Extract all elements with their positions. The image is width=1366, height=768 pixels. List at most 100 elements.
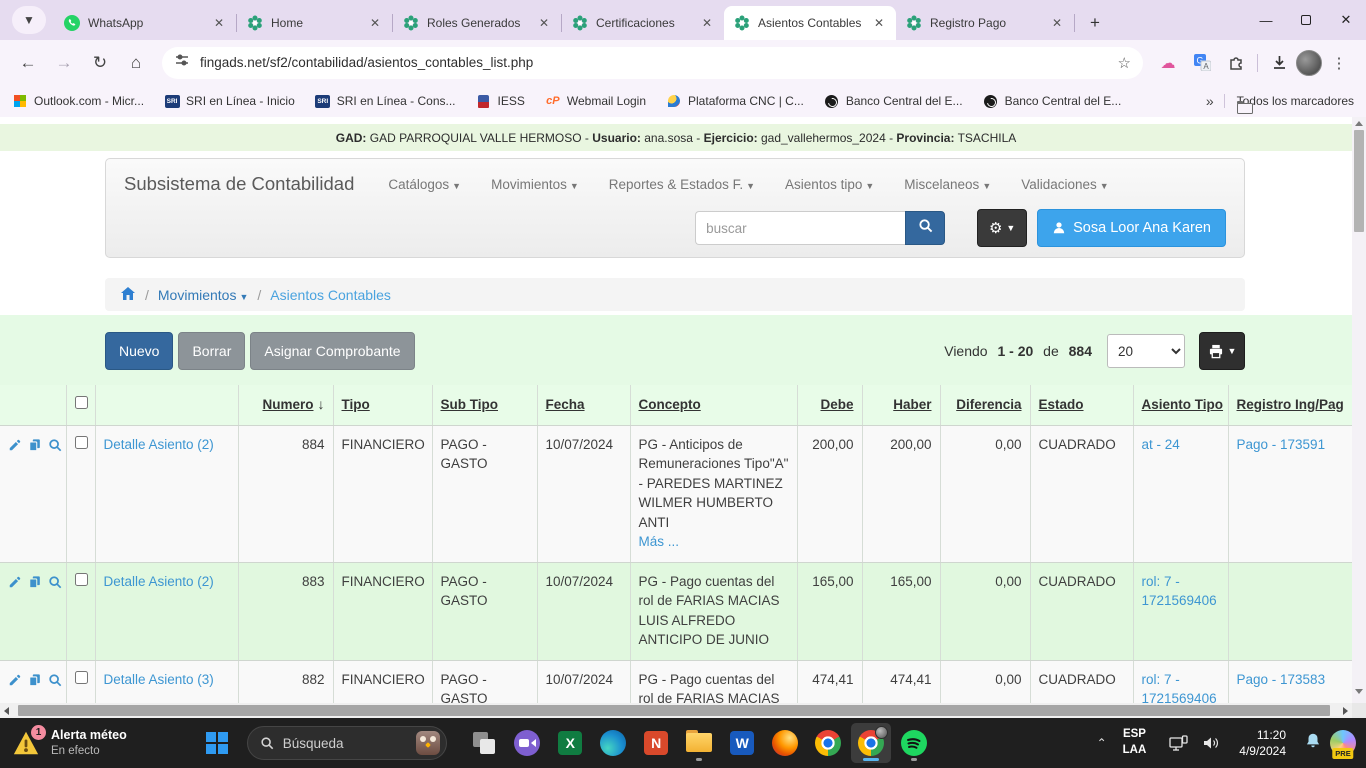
bookmark-bce-1[interactable]: Banco Central del E... <box>824 93 963 109</box>
bookmark-cnc[interactable]: Plataforma CNC | C... <box>666 93 804 109</box>
bookmark-bce-2[interactable]: Banco Central del E... <box>983 93 1122 109</box>
edit-icon[interactable] <box>8 575 22 589</box>
spotify-button[interactable] <box>894 723 934 763</box>
scroll-down-icon[interactable] <box>1355 689 1363 694</box>
clock[interactable]: 11:20 4/9/2024 <box>1239 727 1286 759</box>
weather-extension-icon[interactable]: ☁ <box>1154 49 1182 77</box>
copy-icon[interactable] <box>28 673 42 687</box>
chrome-profile-button-active[interactable] <box>851 723 891 763</box>
new-tab-button[interactable]: + <box>1081 9 1109 37</box>
volume-icon[interactable] <box>1202 735 1220 751</box>
chrome-menu-icon[interactable]: ⋮ <box>1325 49 1353 77</box>
notifications-bell-icon[interactable] <box>1304 732 1322 755</box>
detalle-asiento-link[interactable]: Detalle Asiento (2) <box>104 437 214 452</box>
address-bar[interactable]: fingads.net/sf2/contabilidad/asientos_co… <box>162 47 1143 79</box>
tab-asientos-contables-active[interactable]: Asientos Contables ✕ <box>724 6 896 40</box>
search-input[interactable] <box>695 211 905 245</box>
vertical-scrollbar[interactable] <box>1352 117 1366 703</box>
menu-miscelaneos[interactable]: Miscelaneos▼ <box>904 177 991 192</box>
detalle-asiento-link[interactable]: Detalle Asiento (3) <box>104 672 214 687</box>
nitro-pdf-button[interactable]: N <box>636 723 676 763</box>
url-text[interactable]: fingads.net/sf2/contabilidad/asientos_co… <box>200 55 1118 70</box>
view-icon[interactable] <box>48 575 62 589</box>
copy-icon[interactable] <box>28 438 42 452</box>
tab-certificaciones[interactable]: Certificaciones ✕ <box>562 6 724 40</box>
word-button[interactable]: W <box>722 723 762 763</box>
row-checkbox[interactable] <box>75 573 88 586</box>
start-button[interactable] <box>197 723 237 763</box>
breadcrumb-movimientos[interactable]: Movimientos▼ <box>158 287 249 303</box>
window-maximize-button[interactable] <box>1286 0 1326 40</box>
header-fecha[interactable]: Fecha <box>537 385 630 425</box>
hidden-icons-chevron[interactable]: ⌃ <box>1097 736 1107 750</box>
bookmark-iess[interactable]: IESS <box>476 93 525 109</box>
header-diferencia[interactable]: Diferencia <box>940 385 1030 425</box>
select-all-checkbox[interactable] <box>75 396 88 409</box>
menu-validaciones[interactable]: Validaciones▼ <box>1021 177 1108 192</box>
tab-roles-generados[interactable]: Roles Generados ✕ <box>393 6 561 40</box>
extensions-puzzle-icon[interactable] <box>1222 49 1250 77</box>
header-subtipo[interactable]: Sub Tipo <box>432 385 537 425</box>
bookmark-star-icon[interactable]: ☆ <box>1118 54 1131 72</box>
menu-catalogos[interactable]: Catálogos▼ <box>388 177 461 192</box>
tab-close-icon[interactable]: ✕ <box>210 14 228 32</box>
language-indicator[interactable]: ESP LAA <box>1123 727 1147 758</box>
copy-icon[interactable] <box>28 575 42 589</box>
menu-asientos-tipo[interactable]: Asientos tipo▼ <box>785 177 874 192</box>
scroll-left-icon[interactable] <box>4 707 9 715</box>
translate-icon[interactable]: GA <box>1188 49 1216 77</box>
edit-icon[interactable] <box>8 673 22 687</box>
horizontal-scroll-thumb[interactable] <box>18 705 1330 716</box>
breadcrumb-home-icon[interactable] <box>120 286 136 304</box>
edit-icon[interactable] <box>8 438 22 452</box>
tab-registro-pago[interactable]: Registro Pago ✕ <box>896 6 1074 40</box>
tab-close-icon[interactable]: ✕ <box>698 14 716 32</box>
header-registro[interactable]: Registro Ing/Pag <box>1228 385 1352 425</box>
asiento-tipo-link[interactable]: rol: 7 - 1721569406 <box>1142 574 1217 609</box>
view-icon[interactable] <box>48 438 62 452</box>
scroll-up-icon[interactable] <box>1355 121 1363 126</box>
header-debe[interactable]: Debe <box>797 385 862 425</box>
bookmarks-overflow-chevron[interactable]: » <box>1196 93 1224 109</box>
task-view-button[interactable] <box>464 723 504 763</box>
row-checkbox[interactable] <box>75 436 88 449</box>
menu-reportes[interactable]: Reportes & Estados F.▼ <box>609 177 755 192</box>
mas-link[interactable]: Más ... <box>639 534 680 549</box>
file-explorer-button[interactable] <box>679 723 719 763</box>
registro-pago-link[interactable]: Pago - 173591 <box>1237 437 1326 452</box>
tab-search-chevron-icon[interactable]: ▼ <box>12 6 46 34</box>
copilot-icon[interactable]: PRE <box>1330 730 1356 756</box>
firefox-button[interactable] <box>765 723 805 763</box>
search-button[interactable] <box>905 211 945 245</box>
borrar-button[interactable]: Borrar <box>178 332 245 370</box>
tab-close-icon[interactable]: ✕ <box>535 14 553 32</box>
home-icon[interactable]: ⌂ <box>121 48 151 78</box>
header-tipo[interactable]: Tipo <box>333 385 432 425</box>
network-icon[interactable] <box>1169 735 1188 752</box>
reload-icon[interactable]: ↻ <box>85 48 115 78</box>
excel-button[interactable]: X <box>550 723 590 763</box>
window-minimize-button[interactable]: — <box>1246 0 1286 40</box>
tab-whatsapp[interactable]: WhatsApp ✕ <box>54 6 236 40</box>
user-menu-button[interactable]: Sosa Loor Ana Karen <box>1037 209 1226 247</box>
settings-dropdown-button[interactable]: ⚙▼ <box>977 209 1027 247</box>
asignar-comprobante-button[interactable]: Asignar Comprobante <box>250 332 414 370</box>
view-icon[interactable] <box>48 673 62 687</box>
tab-close-icon[interactable]: ✕ <box>870 14 888 32</box>
header-concepto[interactable]: Concepto <box>630 385 797 425</box>
tab-close-icon[interactable]: ✕ <box>366 14 384 32</box>
all-bookmarks-button[interactable]: Todos los marcadores <box>1224 94 1354 108</box>
asiento-tipo-link[interactable]: at - 24 <box>1142 437 1180 452</box>
menu-movimientos[interactable]: Movimientos▼ <box>491 177 579 192</box>
window-close-button[interactable]: ✕ <box>1326 0 1366 40</box>
detalle-asiento-link[interactable]: Detalle Asiento (2) <box>104 574 214 589</box>
chrome-button[interactable] <box>808 723 848 763</box>
page-size-select[interactable]: 20 <box>1107 334 1185 368</box>
header-asiento-tipo[interactable]: Asiento Tipo <box>1133 385 1228 425</box>
profile-avatar[interactable] <box>1296 50 1322 76</box>
taskbar-search[interactable]: Búsqueda <box>247 726 447 760</box>
print-dropdown-button[interactable]: ▼ <box>1199 332 1245 370</box>
header-haber[interactable]: Haber <box>862 385 940 425</box>
tab-home[interactable]: Home ✕ <box>237 6 392 40</box>
horizontal-scrollbar[interactable] <box>0 703 1352 718</box>
